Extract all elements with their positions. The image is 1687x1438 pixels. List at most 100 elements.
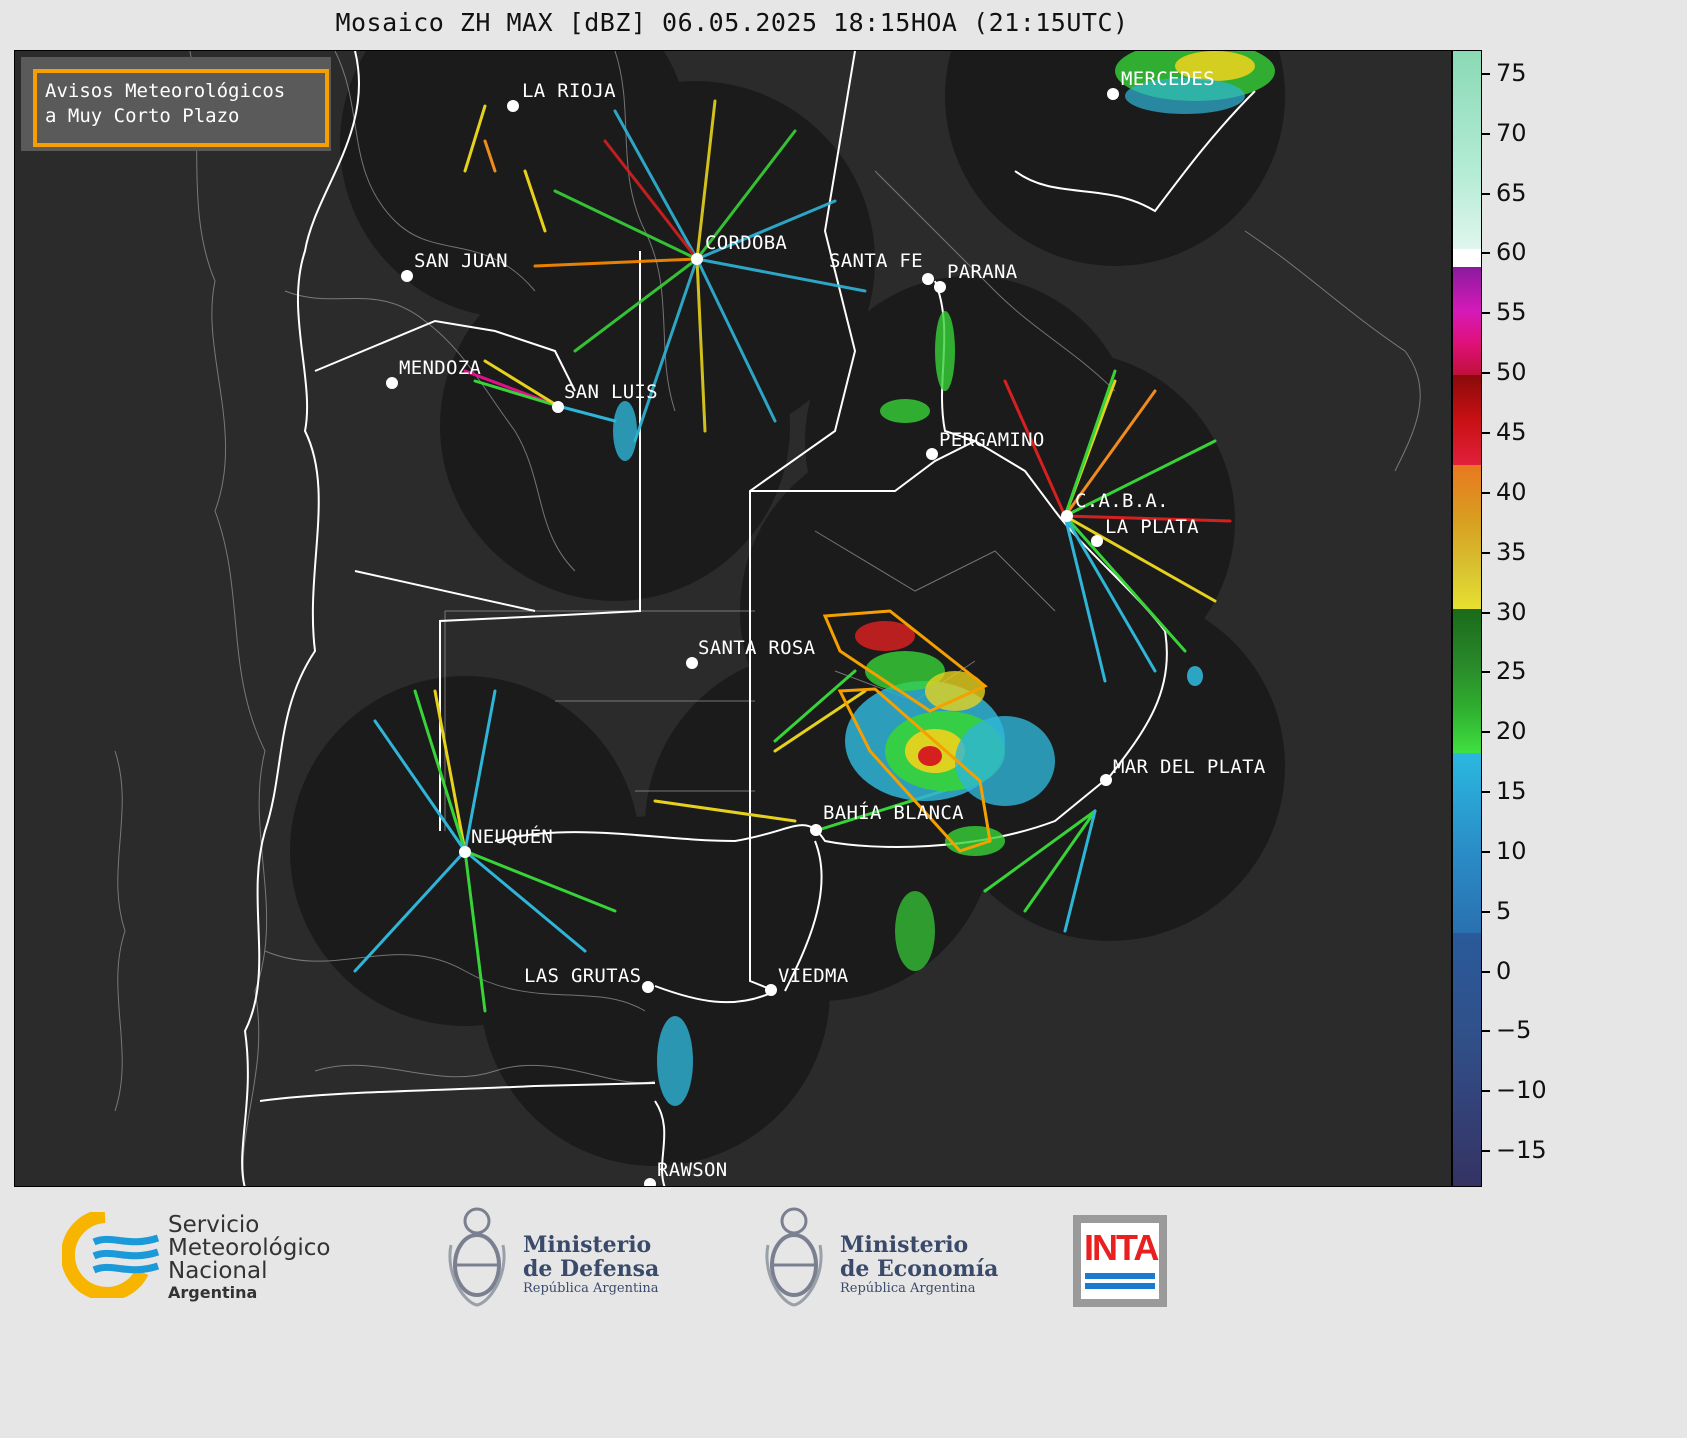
city-label-caba: C.A.B.A. <box>1075 490 1169 512</box>
smn-name-line-1: Servicio <box>168 1212 260 1238</box>
economia-line-2: de Economía <box>840 1256 999 1282</box>
colorbar-tick <box>1482 850 1490 853</box>
colorbar-tick <box>1482 611 1490 614</box>
smn-country: Argentina <box>168 1283 258 1302</box>
colorbar-tick <box>1482 551 1490 554</box>
city-label-san-luis: SAN LUIS <box>564 381 658 403</box>
city-dot-neuquen[interactable] <box>459 846 471 858</box>
city-label-la-rioja: LA RIOJA <box>522 80 616 102</box>
colorbar-tick-label: 55 <box>1496 298 1527 327</box>
colorbar-tick-label: −15 <box>1496 1136 1547 1165</box>
city-dot-santa-fe[interactable] <box>922 273 934 285</box>
colorbar-tick-label: 10 <box>1496 836 1527 865</box>
notice-panel: Avisos Meteorológicos a Muy Corto Plazo <box>21 57 331 151</box>
colorbar-tick-label: 60 <box>1496 238 1527 267</box>
colorbar-tick <box>1482 491 1490 494</box>
city-label-mendoza: MENDOZA <box>399 357 482 379</box>
city-dot-rawson[interactable] <box>644 1178 656 1186</box>
colorbar-tick <box>1482 970 1490 973</box>
colorbar-tick-label: 30 <box>1496 597 1527 626</box>
colorbar-segment-30-40 <box>1453 465 1481 609</box>
notice-box[interactable]: Avisos Meteorológicos a Muy Corto Plazo <box>33 69 329 147</box>
colorbar-tick-label: −5 <box>1496 1016 1532 1045</box>
colorbar-segment-60-77 <box>1453 51 1481 255</box>
city-dot-cordoba[interactable] <box>691 253 703 265</box>
colorbar-segment-white <box>1453 249 1481 267</box>
colorbar-segment-5-18 <box>1453 753 1481 933</box>
colorbar-segment-40-50 <box>1453 375 1481 465</box>
colorbar-tick <box>1482 1030 1490 1033</box>
colorbar-tick-label: 50 <box>1496 358 1527 387</box>
coat-of-arms-icon <box>448 1207 506 1307</box>
colorbar-tick <box>1482 312 1490 315</box>
city-label-bahia-blanca: BAHÍA BLANCA <box>823 802 964 824</box>
radar-coverage <box>290 51 1285 1166</box>
colorbar-tick <box>1482 372 1490 375</box>
colorbar-tick-label: 70 <box>1496 118 1527 147</box>
colorbar-segment-50-60 <box>1453 267 1481 375</box>
map-title: Mosaico ZH MAX [dBZ] 06.05.2025 18:15HOA… <box>335 8 1129 37</box>
city-dot-mercedes[interactable] <box>1107 88 1119 100</box>
city-dot-san-luis[interactable] <box>552 401 564 413</box>
colorbar-tick <box>1482 1090 1490 1093</box>
ministerio-economia-logo[interactable]: Ministerio de Economía República Argenti… <box>762 1205 1002 1310</box>
city-dot-viedma[interactable] <box>765 984 777 996</box>
city-dot-pergamino[interactable] <box>926 448 938 460</box>
city-dot-mar-del-plata[interactable] <box>1100 774 1112 786</box>
colorbar-tick <box>1482 132 1490 135</box>
inta-wordmark: INTA <box>1084 1227 1159 1268</box>
city-label-santa-fe: SANTA FE <box>829 250 923 272</box>
city-dot-la-plata[interactable] <box>1091 535 1103 547</box>
city-dot-caba[interactable] <box>1061 510 1073 522</box>
city-label-viedma: VIEDMA <box>778 965 849 987</box>
colorbar-tick <box>1482 910 1490 913</box>
colorbar-segment-18-30 <box>1453 609 1481 753</box>
radar-map-canvas <box>114 51 1421 1186</box>
smn-name-line-2: Meteorológico <box>168 1235 331 1261</box>
city-dot-bahia-blanca[interactable] <box>810 824 822 836</box>
city-dot-la-rioja[interactable] <box>507 100 519 112</box>
defensa-line-2: de Defensa <box>523 1256 660 1282</box>
colorbar-tick-label: 0 <box>1496 956 1512 985</box>
colorbar-tick <box>1482 1150 1490 1153</box>
colorbar-tick-label: 20 <box>1496 717 1527 746</box>
colorbar-tick-label: 5 <box>1496 896 1512 925</box>
city-label-mercedes: MERCEDES <box>1121 68 1215 90</box>
ministerio-defensa-logo[interactable]: Ministerio de Defensa República Argentin… <box>445 1205 685 1310</box>
coat-of-arms-icon <box>765 1207 823 1307</box>
defensa-subtitle: República Argentina <box>523 1281 659 1296</box>
inta-logo[interactable]: INTA <box>1073 1215 1167 1307</box>
radar-map[interactable]: LA RIOJA MERCEDES CORDOBA SAN JUAN SANTA… <box>14 50 1452 1187</box>
city-label-san-juan: SAN JUAN <box>414 250 508 272</box>
city-dot-mendoza[interactable] <box>386 377 398 389</box>
colorbar-tick-label: 75 <box>1496 58 1527 87</box>
city-dot-las-grutas[interactable] <box>642 981 654 993</box>
colorbar-tick-label: 65 <box>1496 178 1527 207</box>
city-dot-santa-rosa[interactable] <box>686 657 698 669</box>
city-label-pergamino: PERGAMINO <box>939 429 1045 451</box>
colorbar-segment-low <box>1453 933 1481 1186</box>
colorbar-tick <box>1482 192 1490 195</box>
city-dot-san-juan[interactable] <box>401 270 413 282</box>
colorbar-tick <box>1482 791 1490 794</box>
city-label-parana: PARANA <box>947 261 1018 283</box>
city-label-cordoba: CORDOBA <box>705 232 788 254</box>
colorbar-tick <box>1482 731 1490 734</box>
defensa-line-1: Ministerio <box>523 1232 652 1258</box>
economia-subtitle: República Argentina <box>840 1281 976 1296</box>
inta-logo-inner: INTA <box>1081 1223 1159 1299</box>
city-label-santa-rosa: SANTA ROSA <box>698 637 816 659</box>
colorbar <box>1452 50 1482 1187</box>
smn-name-line-3: Nacional <box>168 1258 268 1284</box>
city-label-mar-del-plata: MAR DEL PLATA <box>1113 756 1266 778</box>
smn-logo[interactable]: Servicio Meteorológico Nacional Argentin… <box>62 1212 362 1302</box>
city-dot-parana[interactable] <box>934 281 946 293</box>
notice-line-2: a Muy Corto Plazo <box>45 105 240 127</box>
colorbar-tick-label: 45 <box>1496 417 1527 446</box>
colorbar-tick-label: 25 <box>1496 657 1527 686</box>
economia-line-1: Ministerio <box>840 1232 969 1258</box>
colorbar-tick <box>1482 252 1490 255</box>
colorbar-tick-label: 15 <box>1496 777 1527 806</box>
colorbar-tick-label: −10 <box>1496 1076 1547 1105</box>
city-label-neuquen: NEUQUÉN <box>471 826 554 848</box>
